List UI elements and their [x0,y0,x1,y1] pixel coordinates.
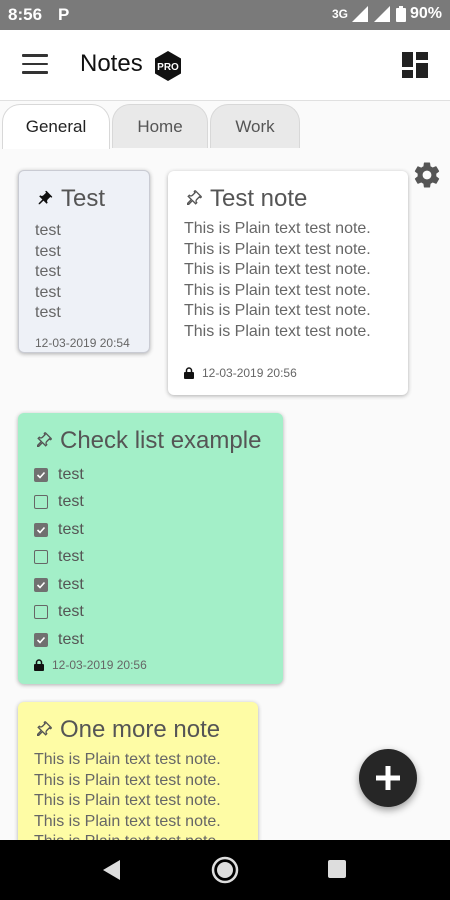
note-date: 12-03-2019 20:54 [35,335,130,350]
note-footer: 12-03-2019 20:56 [184,366,392,380]
add-note-button[interactable] [359,749,417,807]
checklist-item[interactable]: test [34,461,267,489]
tab-general[interactable]: General [2,104,110,149]
note-body: This is Plain text test note. This is Pl… [34,751,221,850]
checklist-item[interactable]: test [34,571,267,599]
checkbox-unchecked-icon[interactable] [34,605,48,620]
checkbox-unchecked-icon[interactable] [34,495,48,510]
checkbox-checked-icon[interactable] [34,522,48,537]
checklist: test test test test test test test [34,461,267,654]
note-title: Check list example [60,427,262,454]
system-nav-bar [0,840,450,900]
pin-outline-icon[interactable] [184,190,202,208]
battery-icon [395,6,406,22]
note-title: Test [61,185,106,212]
note-date: 12-03-2019 20:56 [202,366,297,380]
checklist-item-text: test [58,603,84,621]
checklist-item-text: test [58,575,84,593]
checklist-item-text: test [58,548,84,566]
status-right: 3G 90% [332,5,442,23]
signal-icon [351,6,368,22]
signal-icon [373,6,390,22]
app-bar: Notes PRO [0,30,450,101]
note-title: One more note [60,716,221,743]
checklist-item[interactable]: test [34,626,267,654]
note-card[interactable]: Test test test test test test 12-03-2019… [18,170,150,353]
note-title: Test note [210,185,308,212]
note-body: test test test test test [35,222,61,321]
note-header: Test [35,185,133,213]
checklist-item[interactable]: test [34,516,267,544]
checklist-item-text: test [58,520,84,538]
battery-level: 90% [409,5,442,22]
checklist-item-text: test [58,465,84,483]
checklist-item[interactable]: test [34,599,267,627]
network-type: 3G [331,7,348,21]
lock-icon [184,367,194,379]
note-card[interactable]: One more note This is Plain text test no… [18,702,258,862]
pro-badge: PRO [155,51,181,81]
note-footer: 12-03-2019 20:56 [34,658,267,672]
pro-badge-label: PRO [157,62,179,73]
tab-home[interactable]: Home [112,104,208,148]
note-date: 12-03-2019 20:56 [52,657,147,672]
tab-bar: General Home Work [0,104,450,149]
checklist-item[interactable]: test [34,489,267,517]
note-header: Test note [184,185,392,213]
checkbox-checked-icon[interactable] [34,577,48,592]
checklist-item-text: test [58,493,84,511]
app-notification-icon: P [58,5,70,24]
lock-icon [34,658,44,671]
checklist-item[interactable]: test [34,544,267,572]
checkbox-checked-icon[interactable] [34,632,48,647]
status-time: 8:56 [8,5,43,24]
note-header: Check list example [34,427,267,455]
note-header: One more note [34,716,242,744]
pin-outline-icon[interactable] [34,432,52,450]
dashboard-layout-icon[interactable] [402,52,428,78]
home-icon[interactable] [211,856,239,884]
note-card[interactable]: Test note This is Plain text test note. … [168,171,408,395]
pin-outline-icon[interactable] [34,721,52,739]
tab-work[interactable]: Work [210,104,300,148]
menu-icon[interactable] [22,54,48,74]
back-icon[interactable] [102,859,122,881]
pin-filled-icon[interactable] [35,190,53,208]
recents-icon[interactable] [328,860,346,878]
checkbox-unchecked-icon[interactable] [34,550,48,565]
checkbox-checked-icon[interactable] [34,467,48,482]
status-bar: 8:56 P 3G 90% [0,0,450,30]
settings-gear-icon[interactable] [412,160,442,190]
note-card[interactable]: Check list example test test test test t… [18,413,283,684]
checklist-item-text: test [58,630,84,648]
note-body: This is Plain text test note. This is Pl… [184,220,371,340]
plus-icon [376,766,400,790]
app-title: Notes [80,50,143,77]
